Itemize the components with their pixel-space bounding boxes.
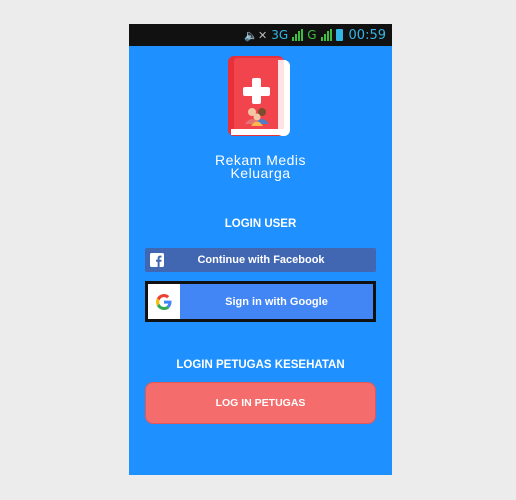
status-bar: 🔈✕ 3G G 00:59 <box>129 24 392 46</box>
google-icon-box <box>148 284 180 319</box>
network-type: 3G <box>271 28 289 42</box>
facebook-login-label: Continue with Facebook <box>197 254 325 266</box>
facebook-login-button[interactable]: Continue with Facebook <box>145 248 376 272</box>
google-icon <box>156 293 172 310</box>
signal-icon-secondary <box>320 29 332 41</box>
google-signin-label: Sign in with Google <box>225 295 328 308</box>
facebook-icon <box>150 253 164 267</box>
battery-icon <box>335 29 343 41</box>
app-logo-icon <box>228 56 290 136</box>
google-signin-inner: Sign in with Google <box>148 284 373 319</box>
signal-icon <box>292 29 304 41</box>
login-petugas-heading: LOGIN PETUGAS KESEHATAN <box>176 359 345 371</box>
login-user-heading: LOGIN USER <box>224 218 297 230</box>
app-title-line2: Keluarga <box>230 165 291 181</box>
login-petugas-button[interactable]: LOG IN PETUGAS <box>145 382 376 424</box>
clock: 00:59 <box>348 27 386 43</box>
phone-screen: 🔈✕ 3G G 00:59 Rekam Medis Keluarga LOGIN… <box>129 24 392 475</box>
google-signin-button[interactable]: Sign in with Google <box>145 281 376 322</box>
network-type-secondary: G <box>307 28 317 42</box>
volume-mute-icon: 🔈✕ <box>244 28 268 42</box>
app-title: Rekam Medis Keluarga <box>129 153 392 181</box>
